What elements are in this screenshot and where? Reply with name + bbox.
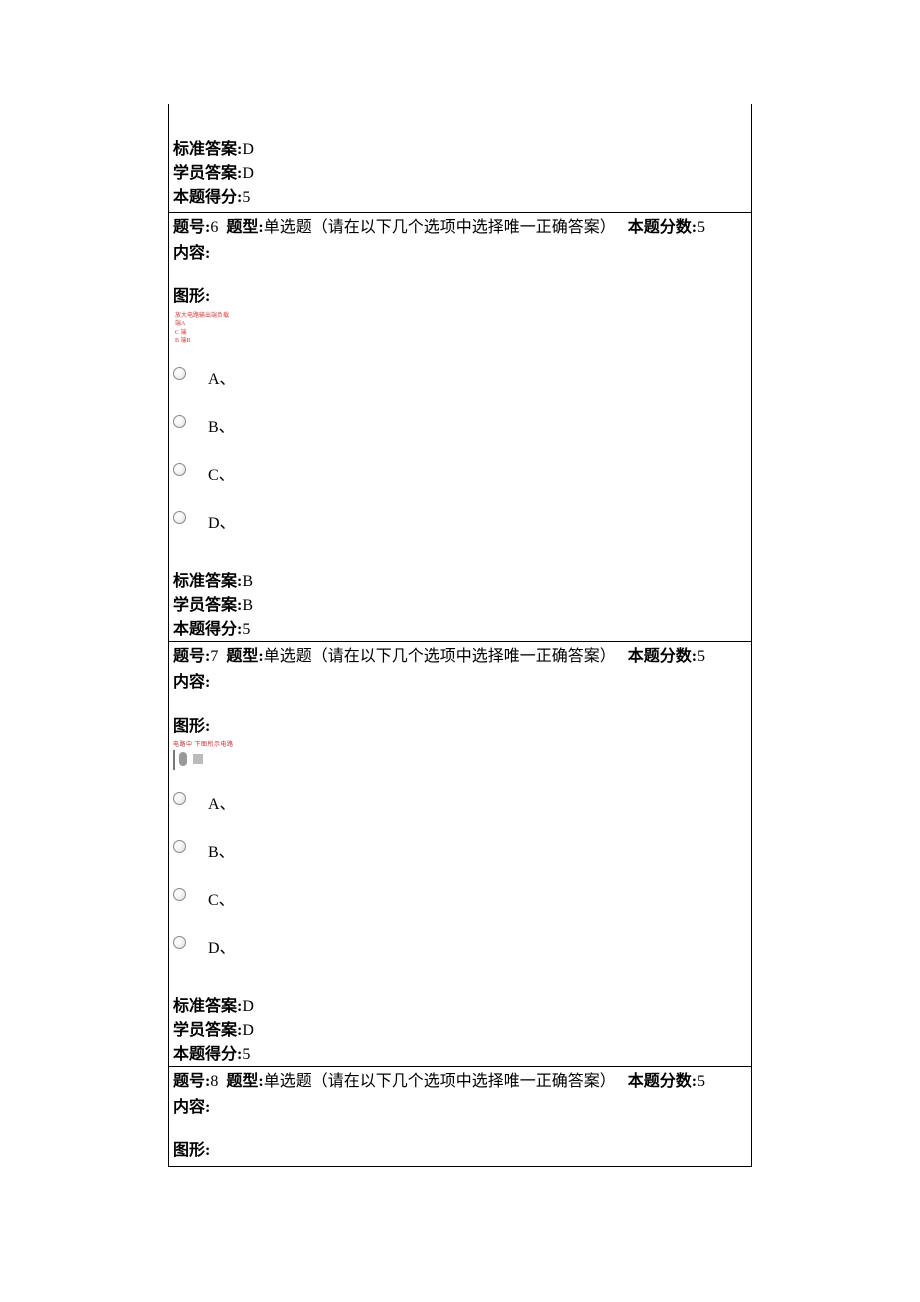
option-d[interactable]: D、: [173, 497, 747, 545]
figure-placeholder: 电路中 下图所示电路: [173, 739, 747, 770]
q-type-label: 题型:: [226, 219, 263, 236]
option-a[interactable]: A、: [173, 353, 747, 401]
q-score-label: 本题分数:: [628, 1073, 697, 1090]
q-no-value: 6: [210, 219, 218, 236]
top-answer-block: 标准答案:D 学员答案:D 本题得分:5: [169, 104, 751, 212]
std-answer-row: 标准答案:D: [173, 138, 747, 162]
q-type-label: 题型:: [226, 648, 263, 665]
radio-icon[interactable]: [173, 936, 186, 949]
score-value: 5: [242, 621, 250, 638]
std-answer-label: 标准答案:: [173, 141, 242, 158]
std-answer-value: D: [242, 141, 254, 158]
option-label: B、: [208, 838, 235, 862]
line-icon: [173, 750, 175, 770]
q-no-label: 题号:: [173, 648, 210, 665]
option-label: C、: [208, 886, 235, 910]
option-b[interactable]: B、: [173, 826, 747, 874]
stu-answer-row: 学员答案:D: [173, 162, 747, 186]
q-score-value: 5: [697, 219, 705, 236]
question-8: 题号:8 题型:单选题（请在以下几个选项中选择唯一正确答案） 本题分数:5 内容…: [169, 1066, 751, 1166]
figure-label: 图形:: [173, 714, 747, 740]
radio-icon[interactable]: [173, 840, 186, 853]
oval-icon: [179, 752, 187, 766]
std-answer-value: D: [242, 998, 254, 1015]
question-header: 题号:6 题型:单选题（请在以下几个选项中选择唯一正确答案） 本题分数:5: [173, 215, 747, 241]
radio-icon[interactable]: [173, 367, 186, 380]
figure-label: 图形:: [173, 284, 747, 310]
content-label: 内容:: [173, 241, 747, 267]
score-row: 本题得分:5: [173, 186, 747, 210]
score-row: 本题得分:5: [173, 615, 747, 639]
std-answer-value: B: [242, 573, 253, 590]
question-6: 题号:6 题型:单选题（请在以下几个选项中选择唯一正确答案） 本题分数:5 内容…: [169, 212, 751, 641]
options-list: A、 B、 C、 D、: [173, 778, 747, 970]
option-a[interactable]: A、: [173, 778, 747, 826]
q-type-value: 单选题（请在以下几个选项中选择唯一正确答案）: [264, 1073, 616, 1090]
radio-icon[interactable]: [173, 511, 186, 524]
std-answer-label: 标准答案:: [173, 998, 242, 1015]
std-answer-label: 标准答案:: [173, 573, 242, 590]
q-no-value: 8: [210, 1073, 218, 1090]
option-label: D、: [208, 934, 236, 958]
content-label: 内容:: [173, 1095, 747, 1121]
q-type-value: 单选题（请在以下几个选项中选择唯一正确答案）: [264, 219, 616, 236]
radio-icon[interactable]: [173, 888, 186, 901]
q-no-label: 题号:: [173, 219, 210, 236]
q-score-label: 本题分数:: [628, 648, 697, 665]
options-list: A、 B、 C、 D、: [173, 353, 747, 545]
score-value: 5: [242, 189, 250, 206]
option-b[interactable]: B、: [173, 401, 747, 449]
q-score-value: 5: [697, 648, 705, 665]
option-label: A、: [208, 365, 236, 389]
q-type-label: 题型:: [226, 1073, 263, 1090]
q-no-value: 7: [210, 648, 218, 665]
stu-answer-label: 学员答案:: [173, 165, 242, 182]
stu-answer-value: D: [242, 1022, 254, 1039]
option-c[interactable]: C、: [173, 874, 747, 922]
option-label: A、: [208, 790, 236, 814]
q-score-label: 本题分数:: [628, 219, 697, 236]
score-value: 5: [242, 1046, 250, 1063]
stu-answer-row: 学员答案:D: [173, 1016, 747, 1040]
figure-label: 图形:: [173, 1138, 747, 1164]
radio-icon[interactable]: [173, 415, 186, 428]
q-type-value: 单选题（请在以下几个选项中选择唯一正确答案）: [264, 648, 616, 665]
content-label: 内容:: [173, 670, 747, 696]
stu-answer-value: D: [242, 165, 254, 182]
square-icon: [193, 754, 203, 764]
stu-answer-label: 学员答案:: [173, 1022, 242, 1039]
radio-icon[interactable]: [173, 463, 186, 476]
questions-table: 标准答案:D 学员答案:D 本题得分:5 题号:6 题型:单选题（请在以下几个选…: [168, 104, 752, 1167]
score-row: 本题得分:5: [173, 1040, 747, 1064]
score-label: 本题得分:: [173, 189, 242, 206]
question-header: 题号:8 题型:单选题（请在以下几个选项中选择唯一正确答案） 本题分数:5: [173, 1069, 747, 1095]
q-score-value: 5: [697, 1073, 705, 1090]
score-label: 本题得分:: [173, 1046, 242, 1063]
std-answer-row: 标准答案:D: [173, 992, 747, 1016]
stu-answer-row: 学员答案:B: [173, 591, 747, 615]
option-label: C、: [208, 461, 235, 485]
figure-icons: [173, 750, 747, 770]
option-label: D、: [208, 509, 236, 533]
figure-text: 电路中 下图所示电路: [173, 739, 747, 748]
radio-icon[interactable]: [173, 792, 186, 805]
q-no-label: 题号:: [173, 1073, 210, 1090]
figure-placeholder: 放大电路输出端负载 端A C 端 B 端B: [173, 312, 747, 346]
stu-answer-value: B: [242, 597, 253, 614]
question-header: 题号:7 题型:单选题（请在以下几个选项中选择唯一正确答案） 本题分数:5: [173, 644, 747, 670]
option-label: B、: [208, 413, 235, 437]
question-7: 题号:7 题型:单选题（请在以下几个选项中选择唯一正确答案） 本题分数:5 内容…: [169, 641, 751, 1066]
score-label: 本题得分:: [173, 621, 242, 638]
stu-answer-label: 学员答案:: [173, 597, 242, 614]
option-d[interactable]: D、: [173, 922, 747, 970]
option-c[interactable]: C、: [173, 449, 747, 497]
std-answer-row: 标准答案:B: [173, 567, 747, 591]
